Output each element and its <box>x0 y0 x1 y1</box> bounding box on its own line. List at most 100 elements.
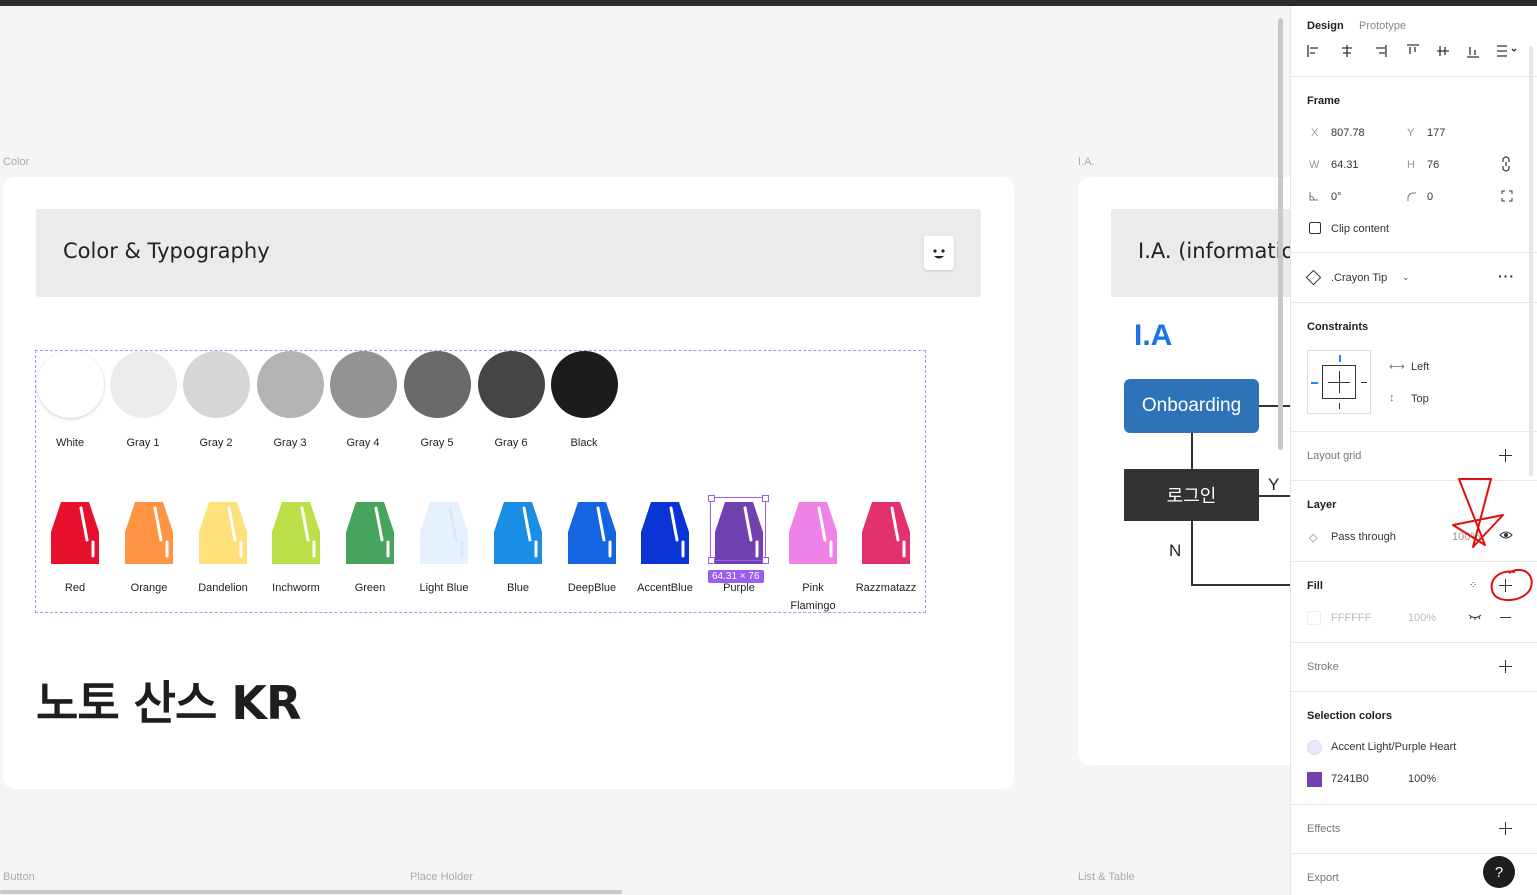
export-title: Export <box>1307 872 1339 884</box>
component-section <box>1291 252 1537 253</box>
crayon-swatch-label: Inchworm <box>272 582 320 594</box>
add-layout-grid-icon[interactable] <box>1499 449 1513 463</box>
y-label: Y <box>1407 127 1415 139</box>
constrain-proportions-icon[interactable] <box>1501 156 1511 172</box>
ia-frame[interactable]: I.A. (information I.A Onboarding 로그인 Y N <box>1078 177 1290 765</box>
frame-label-color[interactable]: Color <box>3 156 29 168</box>
fill-swatch[interactable] <box>1307 611 1321 625</box>
gray-swatch-label: Gray 1 <box>126 437 160 449</box>
add-effect-icon[interactable] <box>1499 822 1513 836</box>
alignment-toolbar <box>1307 44 1522 58</box>
frame-label-placeholder[interactable]: Place Holder <box>410 871 473 883</box>
crayon-swatch[interactable] <box>268 502 324 564</box>
selection-color-name[interactable]: Accent Light/Purple Heart <box>1331 741 1456 753</box>
vertical-constraint[interactable]: Top <box>1411 393 1429 405</box>
gray-swatch-label: Gray 2 <box>199 437 233 449</box>
clip-content-checkbox[interactable] <box>1309 222 1321 234</box>
gray-swatch[interactable] <box>551 351 618 418</box>
effects-title: Effects <box>1307 823 1341 835</box>
resize-handle[interactable] <box>762 495 769 502</box>
horizontal-constraint[interactable]: Left <box>1411 361 1429 373</box>
frame-label-list-table[interactable]: List & Table <box>1078 871 1135 883</box>
crayon-swatch[interactable] <box>637 502 693 564</box>
export-section <box>1291 853 1537 854</box>
connector <box>1191 433 1193 469</box>
layout-grid-section <box>1291 431 1537 432</box>
panel-scrollbar[interactable] <box>1529 46 1533 476</box>
gray-swatch-label: Black <box>570 437 598 449</box>
crayon-swatch[interactable] <box>47 502 103 564</box>
crayon-swatch[interactable] <box>416 502 472 564</box>
eye-closed-icon[interactable] <box>1468 612 1482 620</box>
selected-crayon-outline[interactable] <box>708 495 769 564</box>
help-button[interactable]: ? <box>1483 856 1515 888</box>
independent-corners-icon[interactable] <box>1501 190 1513 202</box>
fill-hex[interactable]: FFFFFF <box>1331 612 1371 624</box>
canvas-scrollbar-horizontal[interactable] <box>0 890 622 894</box>
crayon-swatch-label: Light Blue <box>419 582 469 594</box>
add-stroke-icon[interactable] <box>1499 660 1513 674</box>
component-name[interactable]: .Crayon Tip <box>1331 272 1387 284</box>
h-input[interactable]: 76 <box>1427 159 1439 171</box>
x-input[interactable]: 807.78 <box>1331 127 1365 139</box>
crayon-swatch[interactable] <box>564 502 620 564</box>
crayon-swatch[interactable] <box>858 502 914 564</box>
crayon-swatch[interactable] <box>342 502 398 564</box>
radius-input[interactable]: 0 <box>1427 191 1433 203</box>
align-icons[interactable] <box>1307 44 1522 58</box>
resize-handle[interactable] <box>708 557 715 564</box>
frame-label-ia[interactable]: I.A. <box>1078 156 1095 168</box>
frame-label-button[interactable]: Button <box>3 871 35 883</box>
constraints-widget[interactable] <box>1307 350 1371 414</box>
gray-swatch[interactable] <box>404 351 471 418</box>
w-input[interactable]: 64.31 <box>1331 159 1359 171</box>
horizontal-constraint-icon: ⟷ <box>1389 361 1405 373</box>
gray-swatch[interactable] <box>478 351 545 418</box>
tab-design[interactable]: Design <box>1307 20 1344 32</box>
effects-section <box>1291 804 1537 805</box>
crayon-swatch[interactable] <box>490 502 546 564</box>
selection-color-swatch[interactable] <box>1307 740 1322 755</box>
connector <box>1259 495 1290 497</box>
canvas-scrollbar-vertical[interactable] <box>1278 18 1283 450</box>
fill-opacity[interactable]: 100% <box>1408 612 1436 624</box>
gray-swatch[interactable] <box>183 351 250 418</box>
fill-title: Fill <box>1307 580 1323 592</box>
blend-mode[interactable]: Pass through <box>1331 531 1396 543</box>
login-node: 로그인 <box>1124 469 1259 521</box>
resize-handle[interactable] <box>762 557 769 564</box>
selection-color-swatch[interactable] <box>1307 772 1322 787</box>
tab-prototype[interactable]: Prototype <box>1359 20 1406 32</box>
crayon-swatch[interactable] <box>785 502 841 564</box>
resize-handle[interactable] <box>708 495 715 502</box>
color-frame[interactable]: Color & Typography White Gray 1 Gray 2 Gray… <box>3 177 1014 789</box>
y-input[interactable]: 177 <box>1427 127 1445 139</box>
corner-radius-icon <box>1407 192 1417 202</box>
color-header: Color & Typography <box>36 209 981 297</box>
gray-swatch[interactable] <box>110 351 177 418</box>
rotation-input[interactable]: 0° <box>1331 191 1342 203</box>
frame-section-title[interactable]: Frame <box>1307 95 1340 107</box>
more-options-icon[interactable]: ··· <box>1498 268 1515 284</box>
blend-mode-icon: ◇ <box>1309 532 1318 544</box>
clip-content-label: Clip content <box>1331 223 1390 235</box>
chevron-down-icon[interactable]: ⌄ <box>1402 272 1410 283</box>
gray-swatch-label: Gray 3 <box>273 437 307 449</box>
gray-swatch[interactable] <box>37 351 104 418</box>
canvas[interactable]: Color I.A. Button Place Holder List & Ta… <box>0 6 1290 895</box>
crayon-swatch-label: AccentBlue <box>637 582 693 594</box>
crayon-swatch[interactable] <box>195 502 251 564</box>
selection-size-badge: 64.31 × 76 <box>708 570 764 583</box>
selection-colors-title: Selection colors <box>1307 710 1392 722</box>
remove-fill-icon[interactable] <box>1500 617 1511 619</box>
gray-swatch[interactable] <box>330 351 397 418</box>
crayon-swatch-label: Green <box>354 582 386 594</box>
circle-annotation <box>1490 568 1533 602</box>
crayon-swatch-label: Razzmatazz <box>855 582 917 594</box>
gray-swatch[interactable] <box>257 351 324 418</box>
crayon-swatch[interactable] <box>121 502 177 564</box>
properties-panel: Design Prototype Frame X 807.78 Y 177 W … <box>1290 6 1537 895</box>
selection-color-name[interactable]: 7241B0 <box>1331 773 1369 785</box>
selection-color-opacity[interactable]: 100% <box>1408 773 1436 785</box>
annotation-drawing <box>1452 478 1533 602</box>
